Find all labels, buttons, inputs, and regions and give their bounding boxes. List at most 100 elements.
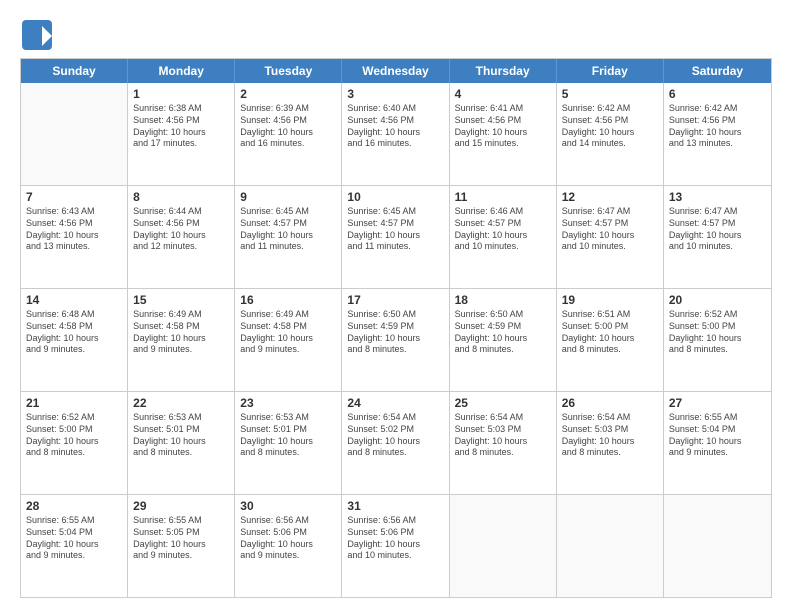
day-info: Sunrise: 6:47 AM Sunset: 4:57 PM Dayligh… — [669, 206, 766, 253]
day-number: 14 — [26, 292, 122, 308]
day-number: 13 — [669, 189, 766, 205]
day-info: Sunrise: 6:55 AM Sunset: 5:04 PM Dayligh… — [26, 515, 122, 562]
calendar-cell: 28Sunrise: 6:55 AM Sunset: 5:04 PM Dayli… — [21, 495, 128, 597]
day-number: 4 — [455, 86, 551, 102]
calendar-cell: 24Sunrise: 6:54 AM Sunset: 5:02 PM Dayli… — [342, 392, 449, 494]
calendar-cell: 16Sunrise: 6:49 AM Sunset: 4:58 PM Dayli… — [235, 289, 342, 391]
weekday-header: Friday — [557, 59, 664, 83]
calendar-cell: 14Sunrise: 6:48 AM Sunset: 4:58 PM Dayli… — [21, 289, 128, 391]
day-number: 19 — [562, 292, 658, 308]
day-info: Sunrise: 6:55 AM Sunset: 5:04 PM Dayligh… — [669, 412, 766, 459]
calendar-cell: 30Sunrise: 6:56 AM Sunset: 5:06 PM Dayli… — [235, 495, 342, 597]
calendar-cell: 4Sunrise: 6:41 AM Sunset: 4:56 PM Daylig… — [450, 83, 557, 185]
calendar-row: 7Sunrise: 6:43 AM Sunset: 4:56 PM Daylig… — [21, 186, 771, 289]
day-number: 1 — [133, 86, 229, 102]
calendar-cell: 9Sunrise: 6:45 AM Sunset: 4:57 PM Daylig… — [235, 186, 342, 288]
day-number: 22 — [133, 395, 229, 411]
day-number: 10 — [347, 189, 443, 205]
calendar-cell — [664, 495, 771, 597]
day-number: 11 — [455, 189, 551, 205]
logo-icon — [20, 18, 50, 48]
calendar-cell: 23Sunrise: 6:53 AM Sunset: 5:01 PM Dayli… — [235, 392, 342, 494]
day-info: Sunrise: 6:44 AM Sunset: 4:56 PM Dayligh… — [133, 206, 229, 253]
calendar-cell: 22Sunrise: 6:53 AM Sunset: 5:01 PM Dayli… — [128, 392, 235, 494]
day-info: Sunrise: 6:54 AM Sunset: 5:02 PM Dayligh… — [347, 412, 443, 459]
day-number: 17 — [347, 292, 443, 308]
weekday-header: Sunday — [21, 59, 128, 83]
calendar-cell: 1Sunrise: 6:38 AM Sunset: 4:56 PM Daylig… — [128, 83, 235, 185]
calendar-cell — [557, 495, 664, 597]
calendar-cell: 8Sunrise: 6:44 AM Sunset: 4:56 PM Daylig… — [128, 186, 235, 288]
day-number: 26 — [562, 395, 658, 411]
day-number: 15 — [133, 292, 229, 308]
day-number: 20 — [669, 292, 766, 308]
weekday-header: Tuesday — [235, 59, 342, 83]
day-info: Sunrise: 6:42 AM Sunset: 4:56 PM Dayligh… — [562, 103, 658, 150]
day-info: Sunrise: 6:51 AM Sunset: 5:00 PM Dayligh… — [562, 309, 658, 356]
calendar: SundayMondayTuesdayWednesdayThursdayFrid… — [20, 58, 772, 598]
calendar-cell: 25Sunrise: 6:54 AM Sunset: 5:03 PM Dayli… — [450, 392, 557, 494]
calendar-cell — [450, 495, 557, 597]
day-number: 30 — [240, 498, 336, 514]
day-number: 23 — [240, 395, 336, 411]
weekday-header: Wednesday — [342, 59, 449, 83]
day-info: Sunrise: 6:48 AM Sunset: 4:58 PM Dayligh… — [26, 309, 122, 356]
calendar-cell — [21, 83, 128, 185]
calendar-cell: 5Sunrise: 6:42 AM Sunset: 4:56 PM Daylig… — [557, 83, 664, 185]
day-info: Sunrise: 6:55 AM Sunset: 5:05 PM Dayligh… — [133, 515, 229, 562]
day-number: 25 — [455, 395, 551, 411]
calendar-cell: 11Sunrise: 6:46 AM Sunset: 4:57 PM Dayli… — [450, 186, 557, 288]
day-info: Sunrise: 6:56 AM Sunset: 5:06 PM Dayligh… — [240, 515, 336, 562]
day-info: Sunrise: 6:52 AM Sunset: 5:00 PM Dayligh… — [669, 309, 766, 356]
day-info: Sunrise: 6:46 AM Sunset: 4:57 PM Dayligh… — [455, 206, 551, 253]
calendar-cell: 6Sunrise: 6:42 AM Sunset: 4:56 PM Daylig… — [664, 83, 771, 185]
calendar-cell: 20Sunrise: 6:52 AM Sunset: 5:00 PM Dayli… — [664, 289, 771, 391]
calendar-cell: 2Sunrise: 6:39 AM Sunset: 4:56 PM Daylig… — [235, 83, 342, 185]
calendar-cell: 21Sunrise: 6:52 AM Sunset: 5:00 PM Dayli… — [21, 392, 128, 494]
day-info: Sunrise: 6:53 AM Sunset: 5:01 PM Dayligh… — [240, 412, 336, 459]
weekday-header: Thursday — [450, 59, 557, 83]
calendar-cell: 17Sunrise: 6:50 AM Sunset: 4:59 PM Dayli… — [342, 289, 449, 391]
calendar-row: 14Sunrise: 6:48 AM Sunset: 4:58 PM Dayli… — [21, 289, 771, 392]
day-number: 31 — [347, 498, 443, 514]
day-number: 12 — [562, 189, 658, 205]
day-number: 21 — [26, 395, 122, 411]
day-number: 18 — [455, 292, 551, 308]
day-number: 2 — [240, 86, 336, 102]
calendar-cell: 31Sunrise: 6:56 AM Sunset: 5:06 PM Dayli… — [342, 495, 449, 597]
day-info: Sunrise: 6:52 AM Sunset: 5:00 PM Dayligh… — [26, 412, 122, 459]
calendar-row: 1Sunrise: 6:38 AM Sunset: 4:56 PM Daylig… — [21, 83, 771, 186]
day-number: 5 — [562, 86, 658, 102]
calendar-cell: 27Sunrise: 6:55 AM Sunset: 5:04 PM Dayli… — [664, 392, 771, 494]
calendar-cell: 15Sunrise: 6:49 AM Sunset: 4:58 PM Dayli… — [128, 289, 235, 391]
day-number: 6 — [669, 86, 766, 102]
calendar-cell: 18Sunrise: 6:50 AM Sunset: 4:59 PM Dayli… — [450, 289, 557, 391]
day-number: 24 — [347, 395, 443, 411]
day-number: 16 — [240, 292, 336, 308]
day-info: Sunrise: 6:38 AM Sunset: 4:56 PM Dayligh… — [133, 103, 229, 150]
logo — [20, 18, 54, 48]
calendar-cell: 29Sunrise: 6:55 AM Sunset: 5:05 PM Dayli… — [128, 495, 235, 597]
day-number: 27 — [669, 395, 766, 411]
day-info: Sunrise: 6:53 AM Sunset: 5:01 PM Dayligh… — [133, 412, 229, 459]
page-header — [20, 18, 772, 48]
weekday-header: Saturday — [664, 59, 771, 83]
day-info: Sunrise: 6:39 AM Sunset: 4:56 PM Dayligh… — [240, 103, 336, 150]
calendar-cell: 10Sunrise: 6:45 AM Sunset: 4:57 PM Dayli… — [342, 186, 449, 288]
calendar-cell: 19Sunrise: 6:51 AM Sunset: 5:00 PM Dayli… — [557, 289, 664, 391]
day-info: Sunrise: 6:50 AM Sunset: 4:59 PM Dayligh… — [455, 309, 551, 356]
day-info: Sunrise: 6:49 AM Sunset: 4:58 PM Dayligh… — [240, 309, 336, 356]
day-number: 28 — [26, 498, 122, 514]
day-info: Sunrise: 6:42 AM Sunset: 4:56 PM Dayligh… — [669, 103, 766, 150]
day-info: Sunrise: 6:40 AM Sunset: 4:56 PM Dayligh… — [347, 103, 443, 150]
calendar-body: 1Sunrise: 6:38 AM Sunset: 4:56 PM Daylig… — [21, 83, 771, 597]
day-info: Sunrise: 6:45 AM Sunset: 4:57 PM Dayligh… — [347, 206, 443, 253]
day-number: 7 — [26, 189, 122, 205]
day-info: Sunrise: 6:54 AM Sunset: 5:03 PM Dayligh… — [562, 412, 658, 459]
calendar-row: 28Sunrise: 6:55 AM Sunset: 5:04 PM Dayli… — [21, 495, 771, 597]
day-info: Sunrise: 6:43 AM Sunset: 4:56 PM Dayligh… — [26, 206, 122, 253]
day-number: 3 — [347, 86, 443, 102]
calendar-header: SundayMondayTuesdayWednesdayThursdayFrid… — [21, 59, 771, 83]
day-number: 29 — [133, 498, 229, 514]
day-info: Sunrise: 6:56 AM Sunset: 5:06 PM Dayligh… — [347, 515, 443, 562]
